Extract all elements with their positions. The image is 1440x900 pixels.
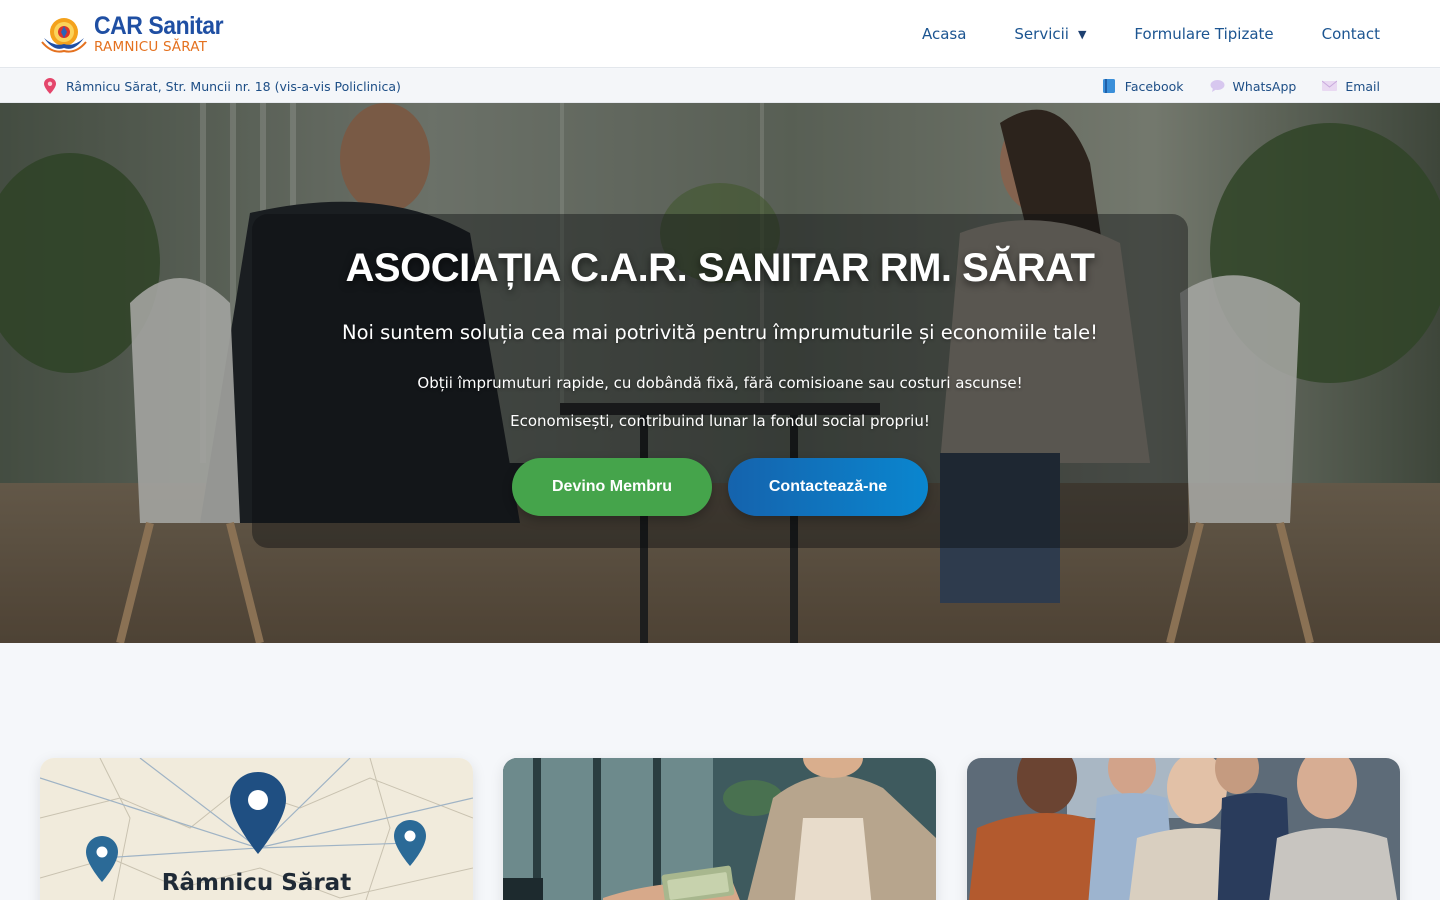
nav-item-label: Servicii bbox=[1014, 25, 1069, 43]
caret-down-icon: ▼ bbox=[1077, 27, 1087, 41]
info-bar: Râmnicu Sărat, Str. Muncii nr. 18 (vis-a… bbox=[0, 69, 1440, 103]
email-link[interactable]: Email bbox=[1322, 79, 1380, 94]
map-city-label: Râmnicu Sărat bbox=[161, 870, 352, 896]
whatsapp-link[interactable]: WhatsApp bbox=[1210, 78, 1297, 94]
logo-subtitle: RAMNICU SĂRAT bbox=[94, 39, 208, 55]
whatsapp-label: WhatsApp bbox=[1232, 78, 1297, 94]
site-logo[interactable]: CAR Sanitar RAMNICU SĂRAT bbox=[40, 12, 230, 56]
facebook-label: Facebook bbox=[1124, 78, 1184, 94]
whatsapp-icon bbox=[1210, 80, 1225, 92]
facebook-link[interactable]: Facebook bbox=[1102, 79, 1184, 94]
main-nav: Acasa Servicii ▼ Formulare Tipizate Conta… bbox=[874, 0, 1380, 68]
nav-item-label: Contact bbox=[1321, 25, 1380, 43]
become-member-button[interactable]: Devino Membru bbox=[512, 458, 712, 516]
location-pin-icon bbox=[44, 78, 56, 94]
nav-item-servicii[interactable]: Servicii ▼ bbox=[1014, 25, 1086, 43]
money-handover-image bbox=[503, 758, 936, 900]
address-text: Râmnicu Sărat, Str. Muncii nr. 18 (vis-a… bbox=[66, 78, 401, 94]
loans-card[interactable] bbox=[503, 758, 936, 900]
facebook-icon bbox=[1102, 79, 1115, 93]
contact-us-button[interactable]: Contactează-ne bbox=[728, 458, 928, 516]
hero-card: ASOCIAȚIA C.A.R. SANITAR RM. SĂRAT Noi s… bbox=[252, 214, 1188, 548]
hero-title: ASOCIAȚIA C.A.R. SANITAR RM. SĂRAT bbox=[345, 246, 1095, 290]
email-label: Email bbox=[1345, 78, 1380, 94]
members-group-image bbox=[967, 758, 1400, 900]
members-card[interactable] bbox=[967, 758, 1400, 900]
logo-emblem-icon bbox=[41, 18, 87, 53]
location-card[interactable]: Râmnicu Sărat bbox=[40, 758, 473, 900]
nav-item-acasa[interactable]: Acasa bbox=[922, 25, 966, 43]
logo-title: CAR Sanitar bbox=[94, 12, 224, 40]
address: Râmnicu Sărat, Str. Muncii nr. 18 (vis-a… bbox=[44, 69, 401, 103]
site-header: CAR Sanitar RAMNICU SĂRAT Acasa Servicii… bbox=[0, 0, 1440, 68]
nav-item-formulare-tipizate[interactable]: Formulare Tipizate bbox=[1134, 25, 1273, 43]
nav-item-contact[interactable]: Contact bbox=[1322, 25, 1380, 43]
social-links: Facebook WhatsApp Email bbox=[1076, 69, 1380, 103]
hero-loans-text: Obții împrumuturi rapide, cu dobândă fix… bbox=[417, 374, 1023, 392]
hero-section: ASOCIAȚIA C.A.R. SANITAR RM. SĂRAT Noi s… bbox=[0, 103, 1440, 643]
hero-savings-text: Economisești, contribuind lunar la fondu… bbox=[510, 412, 930, 430]
nav-item-label: Acasa bbox=[921, 25, 967, 43]
email-icon bbox=[1322, 80, 1338, 91]
hero-subtitle: Noi suntem soluția cea mai potrivită pen… bbox=[341, 321, 1098, 344]
nav-item-label: Formulare Tipizate bbox=[1134, 25, 1274, 43]
feature-cards-section: Râmnicu Sărat bbox=[0, 643, 1440, 900]
